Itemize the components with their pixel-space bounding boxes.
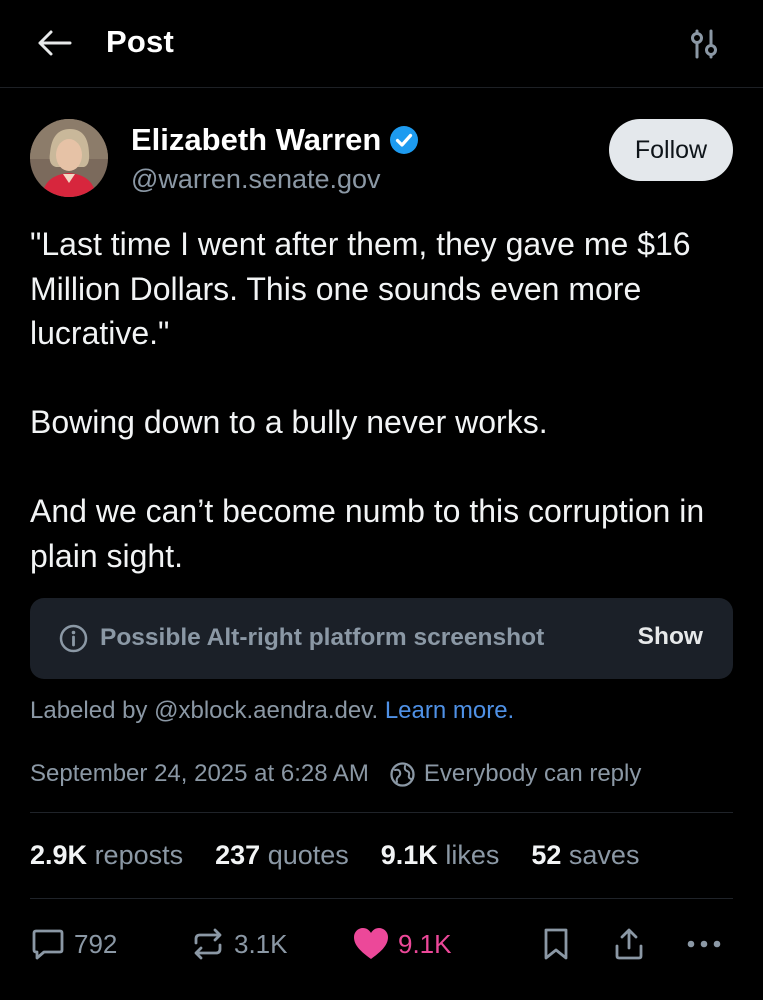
avatar[interactable]: [30, 119, 108, 197]
top-bar: Post: [0, 0, 763, 88]
show-content-button[interactable]: Show: [638, 623, 703, 651]
avatar-photo: [30, 119, 108, 197]
follow-button[interactable]: Follow: [609, 119, 733, 181]
page-title: Post: [106, 24, 174, 59]
verified-badge-icon: [390, 126, 419, 154]
arrow-left-icon: [38, 30, 72, 56]
more-dots-icon: [687, 940, 721, 948]
share-button[interactable]: [612, 926, 646, 962]
post-text: "Last time I went after them, they gave …: [30, 226, 705, 574]
like-button[interactable]: 9.1K: [352, 926, 452, 962]
likes-count: 9.1K: [380, 840, 438, 870]
bookmark-icon: [544, 928, 568, 960]
reply-count: 792: [74, 928, 118, 959]
thread-settings-button[interactable]: [686, 26, 722, 62]
learn-more-link[interactable]: Learn more.: [385, 697, 514, 724]
reposts-stat[interactable]: 2.9K reposts: [30, 840, 183, 871]
saves-stat[interactable]: 52 saves: [531, 840, 639, 871]
repost-icon: [194, 928, 222, 960]
repost-count: 3.1K: [234, 928, 288, 959]
divider: [30, 898, 733, 899]
labeled-by-notice: Labeled by @xblock.aendra.dev. Learn mor…: [30, 697, 514, 725]
author-handle[interactable]: @warren.senate.gov: [131, 164, 381, 195]
quotes-count: 237: [215, 840, 261, 870]
saves-count: 52: [531, 840, 562, 870]
content-warning-text: Possible Alt-right platform screenshot: [100, 624, 545, 651]
content-warning-label: Possible Alt-right platform screenshot S…: [30, 598, 733, 679]
bookmark-button[interactable]: [540, 926, 572, 962]
share-icon: [615, 928, 643, 960]
sliders-icon: [691, 29, 717, 59]
info-icon: [59, 624, 88, 653]
action-bar: 792 3.1K 9.1K: [0, 920, 763, 970]
reposts-label: reposts: [94, 840, 184, 870]
reply-button[interactable]: 792: [30, 926, 117, 962]
reposts-count: 2.9K: [30, 840, 88, 870]
back-button[interactable]: [30, 26, 78, 60]
author-name[interactable]: Elizabeth Warren: [131, 122, 419, 158]
repost-button[interactable]: 3.1K: [190, 926, 288, 962]
reply-setting[interactable]: Everybody can reply: [424, 760, 641, 788]
engagement-stats: 2.9K reposts 237 quotes 9.1K likes 52 sa…: [30, 840, 671, 871]
quotes-stat[interactable]: 237 quotes: [215, 840, 349, 871]
likes-label: likes: [445, 840, 500, 870]
likes-stat[interactable]: 9.1K likes: [381, 840, 500, 871]
post-meta: September 24, 2025 at 6:28 AM Everybody …: [30, 760, 641, 788]
more-options-button[interactable]: [684, 926, 724, 962]
author-name-text: Elizabeth Warren: [131, 122, 382, 157]
quotes-label: quotes: [267, 840, 349, 870]
saves-label: saves: [568, 840, 640, 870]
post-timestamp: September 24, 2025 at 6:28 AM: [30, 760, 369, 787]
divider: [30, 812, 733, 813]
reply-bubble-icon: [32, 929, 64, 960]
heart-filled-icon: [354, 928, 388, 959]
labeled-by-text: Labeled by @xblock.aendra.dev.: [30, 697, 379, 724]
globe-icon: [390, 761, 415, 787]
like-count: 9.1K: [398, 928, 452, 959]
